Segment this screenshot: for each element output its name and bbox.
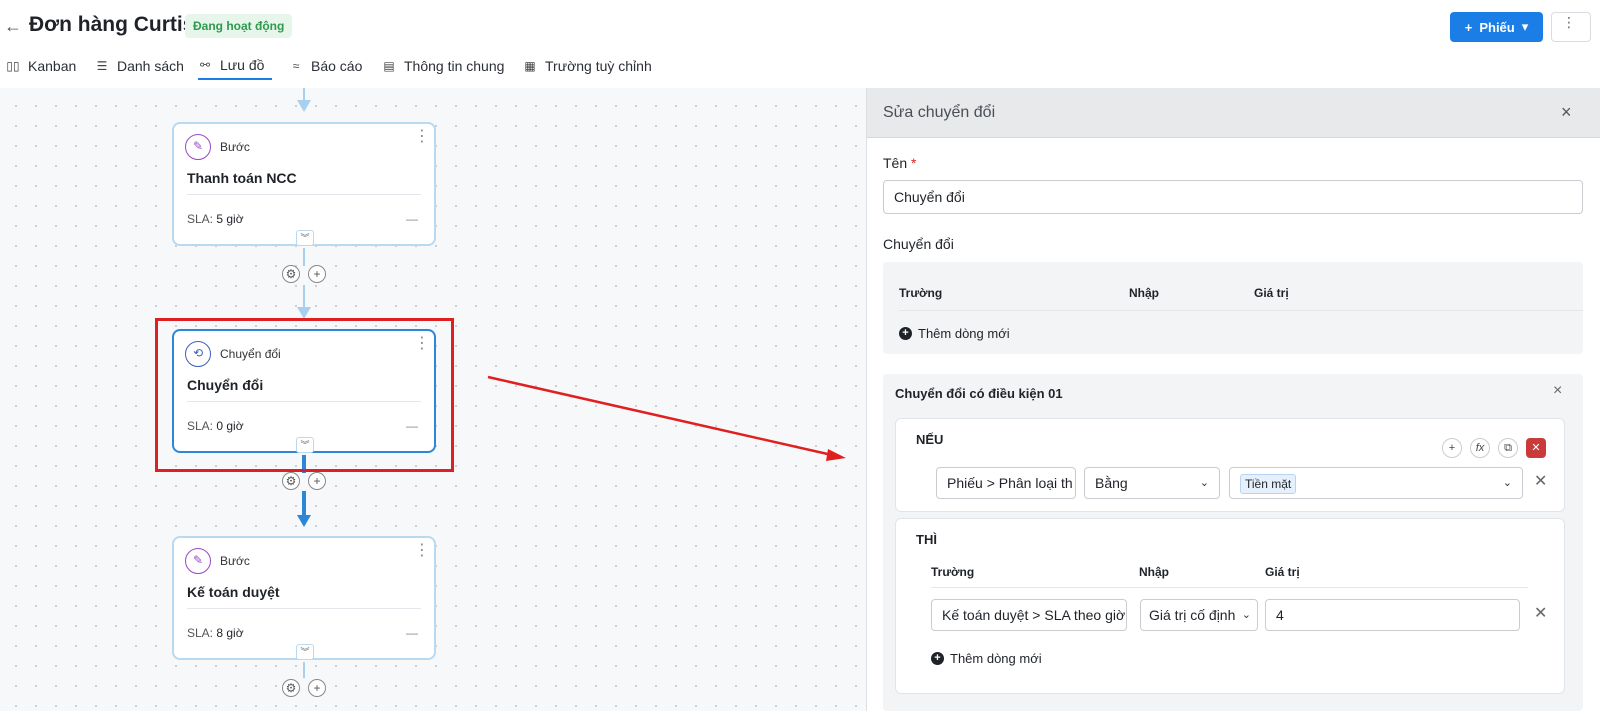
add-row-button[interactable]: + Thêm dòng mới (899, 326, 1010, 341)
table-divider (899, 310, 1583, 311)
more-options-button[interactable]: ⋮ (1551, 12, 1591, 42)
add-row-label: Thêm dòng mới (918, 326, 1010, 341)
plus-circle-icon: + (931, 652, 944, 665)
conditional-transition-block: Chuyển đổi có điều kiện 01 × NẾU + fx ⧉ … (883, 374, 1583, 711)
edit-transition-panel: Sửa chuyển đổi × Tên * Chuyển đổi Chuyển… (866, 88, 1600, 711)
then-input-type-select[interactable]: Giá trị cố định ⌄ (1140, 599, 1258, 631)
remove-condition-row-icon[interactable]: ✕ (1534, 471, 1547, 491)
transition-fields-table: Trường Nhập Giá trị + Thêm dòng mới (883, 262, 1583, 354)
chevron-down-icon: ⌄ (1199, 477, 1209, 489)
new-ticket-label: Phiếu (1479, 19, 1515, 35)
annotation-arrow (487, 375, 846, 461)
plus-icon: + (1464, 19, 1473, 35)
then-label: THÌ (916, 532, 937, 547)
column-header-value: Giá trị (1254, 286, 1289, 300)
then-field-select[interactable]: Kế toán duyệt > SLA theo giờ (931, 599, 1127, 631)
operator-value: Bằng (1095, 475, 1128, 491)
name-input[interactable]: Chuyển đổi (883, 180, 1583, 214)
if-operator-select[interactable]: Bằng ⌄ (1084, 467, 1220, 499)
plus-circle-icon: + (899, 327, 912, 340)
required-mark: * (911, 155, 917, 171)
chevron-down-icon: ⌄ (1502, 477, 1512, 489)
name-label-text: Tên (883, 155, 908, 171)
if-card: NẾU + fx ⧉ ✕ Phiếu > Phân loại th Bằng ⌄… (895, 418, 1565, 512)
if-value-select[interactable]: Tiền mặt ⌄ (1229, 467, 1523, 499)
chevron-down-icon: ⌄ (1241, 609, 1251, 621)
input-type-value: Giá trị cố định (1149, 607, 1236, 623)
value-tag: Tiền mặt (1240, 474, 1297, 495)
transition-section-label: Chuyển đổi (883, 236, 954, 252)
then-column-field: Trường (931, 565, 975, 579)
new-ticket-button[interactable]: + Phiếu ▾ (1450, 12, 1543, 42)
column-header-field: Trường (899, 286, 943, 300)
then-divider (931, 587, 1528, 588)
then-column-input: Nhập (1139, 565, 1169, 579)
if-label: NẾU (916, 432, 944, 447)
remove-then-row-icon[interactable]: ✕ (1534, 603, 1547, 623)
app-root: ← Đơn hàng Curtis Đang hoạt động + Phiếu… (0, 0, 1600, 711)
panel-header: Sửa chuyển đổi × (867, 88, 1600, 138)
caret-down-icon: ▾ (1521, 19, 1529, 34)
add-then-row-button[interactable]: + Thêm dòng mới (931, 651, 1042, 666)
close-icon[interactable]: × (1561, 102, 1572, 123)
add-condition-icon[interactable]: + (1442, 438, 1462, 458)
formula-icon[interactable]: fx (1470, 438, 1490, 458)
then-column-value: Giá trị (1265, 565, 1300, 579)
delete-condition-icon[interactable]: ✕ (1526, 438, 1546, 458)
copy-icon[interactable]: ⧉ (1498, 438, 1518, 458)
if-field-select[interactable]: Phiếu > Phân loại th (936, 467, 1076, 499)
column-header-input: Nhập (1129, 286, 1159, 300)
more-vertical-icon: ⋮ (1562, 14, 1576, 30)
then-value-input[interactable]: 4 (1265, 599, 1520, 631)
remove-condition-icon[interactable]: × (1553, 382, 1562, 400)
add-row-label: Thêm dòng mới (950, 651, 1042, 666)
condition-title: Chuyển đổi có điều kiện 01 (895, 386, 1063, 401)
then-card: THÌ Trường Nhập Giá trị Kế toán duyệt > … (895, 518, 1565, 694)
panel-title: Sửa chuyển đổi (883, 104, 996, 121)
name-label: Tên * (883, 155, 916, 171)
